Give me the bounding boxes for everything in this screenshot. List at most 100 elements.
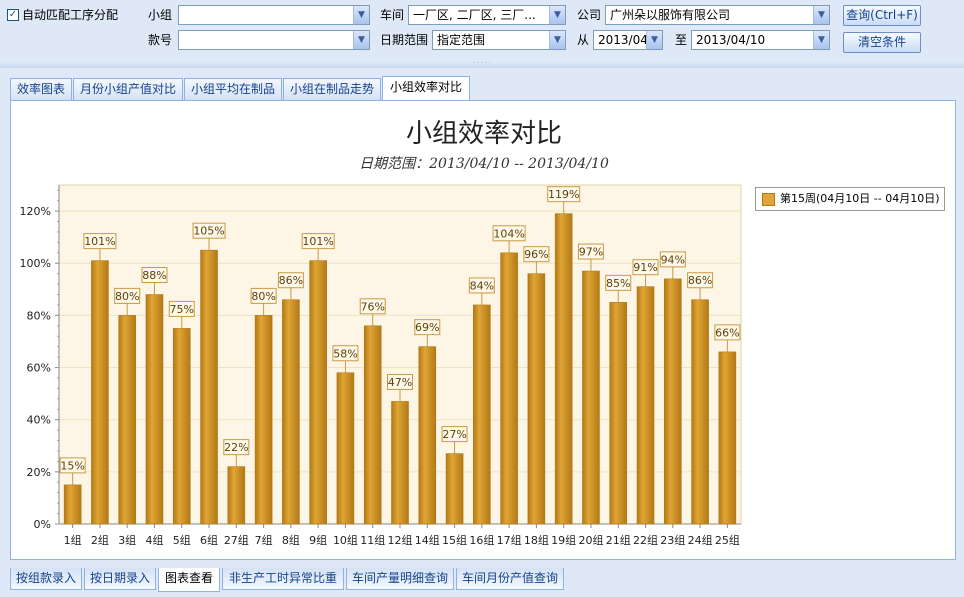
bar <box>145 294 164 525</box>
data-label: 104% <box>493 227 524 240</box>
from-date-combo[interactable]: 2013/04 ▼ <box>593 30 663 50</box>
workshop-label: 车间 <box>380 8 405 22</box>
auto-match-checkbox[interactable]: ✓ <box>7 9 19 21</box>
x-tick-label: 7组 <box>255 533 273 547</box>
bar-chart: 0% 20% 40% 60% 80% 100% 120% 15% 1组 101% 2组 80% 3组 88… <box>20 184 742 547</box>
bar <box>554 213 573 525</box>
data-label: 22% <box>224 441 248 454</box>
data-label: 96% <box>524 248 548 261</box>
auto-match-label: 自动匹配工序分配 <box>22 8 119 22</box>
workshop-combo[interactable]: 一厂区, 二厂区, 三厂... ▼ <box>408 5 566 25</box>
x-tick-label: 10组 <box>333 533 358 547</box>
data-label: 86% <box>688 274 712 287</box>
x-tick-label: 4组 <box>145 533 163 547</box>
company-combo[interactable]: 广州朵以服饰有限公司 ▼ <box>605 5 830 25</box>
tab-entry-by-date[interactable]: 按日期录入 <box>84 568 156 590</box>
data-label: 15% <box>60 459 84 472</box>
x-tick-label: 12组 <box>388 533 413 547</box>
chevron-down-icon[interactable]: ▼ <box>813 31 829 49</box>
bar <box>718 351 737 525</box>
x-tick-label: 18组 <box>524 533 549 547</box>
legend-swatch <box>762 193 775 206</box>
x-tick-label: 22组 <box>633 533 658 547</box>
group-combo[interactable]: ▼ <box>178 5 370 25</box>
x-tick-label: 6组 <box>200 533 218 547</box>
y-tick-label: 40% <box>27 414 51 427</box>
bar <box>445 453 464 525</box>
bar <box>500 252 518 525</box>
date-range-label: 日期范围 <box>380 33 429 47</box>
x-tick-label: 1组 <box>64 533 82 547</box>
tab-efficiency-chart[interactable]: 效率图表 <box>10 78 72 100</box>
data-label: 80% <box>251 290 275 303</box>
tab-workshop-monthly-output[interactable]: 车间月份产值查询 <box>456 568 564 590</box>
bar <box>527 273 546 525</box>
bar <box>363 325 382 525</box>
data-label: 105% <box>193 225 224 238</box>
company-label: 公司 <box>577 8 602 22</box>
date-range-combo[interactable]: 指定范围 ▼ <box>432 30 566 50</box>
style-combo[interactable]: ▼ <box>178 30 370 50</box>
data-label: 85% <box>606 277 630 290</box>
to-date-combo[interactable]: 2013/04/10 ▼ <box>691 30 830 50</box>
data-label: 84% <box>470 279 494 292</box>
x-tick-label: 11组 <box>360 533 385 547</box>
data-label: 80% <box>115 290 139 303</box>
bar <box>663 278 682 525</box>
tab-group-wip-trend[interactable]: 小组在制品走势 <box>283 78 381 100</box>
bar <box>391 401 409 525</box>
chevron-down-icon[interactable]: ▼ <box>353 31 369 49</box>
to-label: 至 <box>675 33 688 47</box>
x-tick-label: 24组 <box>688 533 713 547</box>
x-tick-label: 23组 <box>660 533 685 547</box>
x-tick-label: 17组 <box>497 533 522 547</box>
chevron-down-icon[interactable]: ▼ <box>549 6 565 24</box>
query-button[interactable]: 查询(Ctrl+F) <box>843 5 921 26</box>
tab-workshop-output-detail[interactable]: 车间产量明细查询 <box>346 568 454 590</box>
x-tick-label: 3组 <box>118 533 136 547</box>
x-tick-label: 16组 <box>469 533 494 547</box>
tab-entry-by-group-style[interactable]: 按组款录入 <box>10 568 82 590</box>
from-date-value: 2013/04 <box>598 33 648 47</box>
chevron-down-icon[interactable]: ▼ <box>646 31 662 49</box>
data-label: 69% <box>415 321 439 334</box>
x-tick-label: 8组 <box>282 533 300 547</box>
chevron-down-icon[interactable]: ▼ <box>353 6 369 24</box>
legend-label: 第15周(04月10日 -- 04月10日) <box>780 192 940 205</box>
data-label: 119% <box>548 188 579 201</box>
x-tick-label: 14组 <box>415 533 440 547</box>
x-tick-label: 5组 <box>173 533 191 547</box>
x-tick-label: 19组 <box>551 533 576 547</box>
bar <box>227 466 246 525</box>
data-label: 47% <box>388 376 412 389</box>
data-label: 76% <box>360 300 384 313</box>
bar <box>63 484 82 525</box>
tab-chart-view[interactable]: 图表查看 <box>158 568 220 592</box>
x-tick-label: 21组 <box>606 533 631 547</box>
style-label: 款号 <box>148 33 173 47</box>
y-tick-label: 100% <box>20 257 51 270</box>
bar <box>172 328 191 525</box>
bar <box>282 299 300 525</box>
tab-group-avg-wip[interactable]: 小组平均在制品 <box>184 78 282 100</box>
tab-monthly-group-output[interactable]: 月份小组产值对比 <box>73 78 183 100</box>
clear-button[interactable]: 清空条件 <box>843 32 921 53</box>
chevron-down-icon[interactable]: ▼ <box>813 6 829 24</box>
x-tick-label: 9组 <box>309 533 327 547</box>
chevron-down-icon[interactable]: ▼ <box>549 31 565 49</box>
y-tick-label: 60% <box>27 362 51 375</box>
bar <box>582 270 600 525</box>
data-label: 27% <box>442 428 466 441</box>
company-combo-value: 广州朵以服饰有限公司 <box>610 8 731 22</box>
x-tick-label: 15组 <box>442 533 467 547</box>
data-label: 94% <box>661 253 685 266</box>
tab-group-efficiency[interactable]: 小组效率对比 <box>382 76 470 100</box>
tab-nonproduction-hours[interactable]: 非生产工时异常比重 <box>222 568 344 590</box>
y-tick-label: 80% <box>27 309 51 322</box>
data-label: 58% <box>333 347 357 360</box>
data-label: 91% <box>633 261 657 274</box>
bar <box>636 286 655 525</box>
data-label: 101% <box>302 235 333 248</box>
splitter-handle[interactable]: · · · · · <box>0 61 964 68</box>
bar <box>473 304 491 525</box>
